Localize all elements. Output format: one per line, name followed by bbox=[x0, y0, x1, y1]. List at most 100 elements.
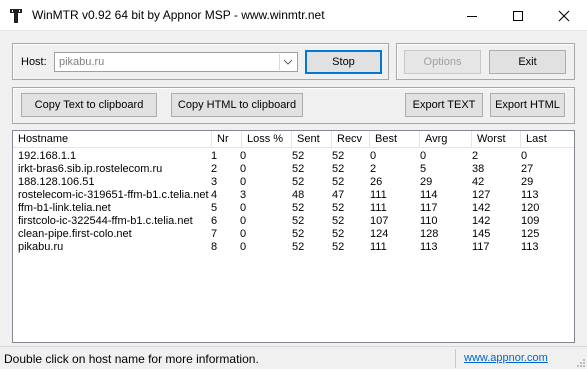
cell-nr: 4 bbox=[211, 189, 218, 201]
column-header-nr[interactable]: Nr bbox=[212, 131, 242, 147]
table-row[interactable]: ffm-b1-link.telia.net 5 0 52 52 111 117 142 120 bbox=[13, 202, 574, 215]
table-row[interactable]: clean-pipe.first-colo.net 7 0 52 52 124 128 145… bbox=[13, 228, 574, 241]
table-row[interactable]: pikabu.ru 8 0 52 52 111 113 117 113 bbox=[13, 241, 574, 254]
cell-worst: 42 bbox=[472, 176, 485, 188]
maximize-button[interactable] bbox=[495, 0, 541, 31]
cell-hostname[interactable]: 192.168.1.1 bbox=[18, 150, 76, 163]
cell-best: 111 bbox=[370, 202, 387, 214]
cell-hostname[interactable]: firstcolo-ic-322544-ffm-b1.c.telia.net bbox=[18, 215, 193, 228]
cell-best: 26 bbox=[370, 176, 383, 188]
maximize-icon bbox=[513, 10, 523, 21]
appnor-link[interactable]: www.appnor.com bbox=[464, 352, 548, 364]
cell-avrg: 113 bbox=[420, 241, 438, 253]
cell-last: 109 bbox=[521, 215, 540, 227]
cell-recv: 52 bbox=[332, 150, 345, 162]
cell-nr: 2 bbox=[211, 163, 218, 175]
host-combobox[interactable]: pikabu.ru bbox=[54, 52, 298, 72]
column-header-worst[interactable]: Worst bbox=[472, 131, 521, 147]
cell-worst: 117 bbox=[472, 241, 490, 253]
cell-best: 2 bbox=[370, 163, 377, 175]
column-header-hostname[interactable]: Hostname bbox=[13, 131, 212, 147]
column-header-recv[interactable]: Recv bbox=[332, 131, 370, 147]
dropdown-arrow-icon bbox=[284, 59, 292, 65]
cell-avrg: 110 bbox=[420, 215, 438, 227]
cell-best: 111 bbox=[370, 241, 387, 253]
cell-last: 29 bbox=[521, 176, 534, 188]
table-row[interactable]: rostelecom-ic-319651-ffm-b1.c.telia.net 4… bbox=[13, 189, 574, 202]
copy-html-button[interactable]: Copy HTML to clipboard bbox=[171, 93, 303, 117]
cell-hostname[interactable]: ffm-b1-link.telia.net bbox=[18, 202, 111, 215]
cell-worst: 145 bbox=[472, 228, 491, 240]
column-header-last[interactable]: Last bbox=[521, 131, 574, 147]
dropdown-arrow-button[interactable] bbox=[279, 54, 296, 70]
cell-worst: 2 bbox=[472, 150, 479, 162]
cell-sent: 52 bbox=[292, 228, 305, 240]
app-icon bbox=[10, 9, 22, 23]
cell-loss: 0 bbox=[240, 176, 247, 188]
cell-sent: 48 bbox=[292, 189, 305, 201]
results-table[interactable]: Hostname Nr Loss % Sent Recv Best Avrg W… bbox=[12, 130, 575, 343]
cell-loss: 0 bbox=[240, 241, 247, 253]
host-value: pikabu.ru bbox=[59, 56, 105, 68]
cell-recv: 52 bbox=[332, 176, 345, 188]
stop-button[interactable]: Stop bbox=[305, 50, 382, 74]
minimize-button[interactable] bbox=[449, 0, 495, 31]
export-text-button[interactable]: Export TEXT bbox=[405, 93, 483, 117]
table-row[interactable]: firstcolo-ic-322544-ffm-b1.c.telia.net 6 0… bbox=[13, 215, 574, 228]
cell-last: 113 bbox=[521, 241, 539, 253]
cell-nr: 6 bbox=[211, 215, 218, 227]
cell-hostname[interactable]: rostelecom-ic-319651-ffm-b1.c.telia.net bbox=[18, 189, 209, 202]
status-separator bbox=[455, 349, 456, 368]
cell-hostname[interactable]: clean-pipe.first-colo.net bbox=[18, 228, 132, 241]
cell-last: 120 bbox=[521, 202, 540, 214]
cell-avrg: 29 bbox=[420, 176, 433, 188]
cell-sent: 52 bbox=[292, 202, 305, 214]
cell-loss: 0 bbox=[240, 150, 247, 162]
cell-last: 27 bbox=[521, 163, 534, 175]
cell-worst: 127 bbox=[472, 189, 491, 201]
cell-avrg: 0 bbox=[420, 150, 427, 162]
copy-text-button[interactable]: Copy Text to clipboard bbox=[21, 93, 157, 117]
cell-sent: 52 bbox=[292, 150, 305, 162]
cell-avrg: 128 bbox=[420, 228, 439, 240]
cell-nr: 7 bbox=[211, 228, 218, 240]
table-row[interactable]: 188.128.106.51 3 0 52 52 26 29 42 29 bbox=[13, 176, 574, 189]
cell-loss: 0 bbox=[240, 228, 247, 240]
cell-nr: 3 bbox=[211, 176, 218, 188]
column-header-best[interactable]: Best bbox=[370, 131, 420, 147]
column-header-avrg[interactable]: Avrg bbox=[420, 131, 472, 147]
title-bar[interactable]: WinMTR v0.92 64 bit by Appnor MSP - www.… bbox=[0, 0, 587, 31]
cell-worst: 38 bbox=[472, 163, 485, 175]
column-header-sent[interactable]: Sent bbox=[292, 131, 332, 147]
cell-sent: 52 bbox=[292, 163, 305, 175]
table-row[interactable]: irkt-bras6.sib.ip.rostelecom.ru 2 0 52 52 2 5 3… bbox=[13, 163, 574, 176]
export-html-button[interactable]: Export HTML bbox=[490, 93, 565, 117]
cell-loss: 0 bbox=[240, 163, 247, 175]
table-row[interactable]: 192.168.1.1 1 0 52 52 0 0 2 0 bbox=[13, 150, 574, 163]
cell-loss: 3 bbox=[240, 189, 247, 201]
cell-recv: 52 bbox=[332, 241, 345, 253]
cell-best: 0 bbox=[370, 150, 377, 162]
cell-last: 113 bbox=[521, 189, 539, 201]
cell-last: 125 bbox=[521, 228, 540, 240]
cell-sent: 52 bbox=[292, 241, 305, 253]
cell-best: 111 bbox=[370, 189, 387, 201]
options-button[interactable]: Options bbox=[404, 50, 481, 74]
cell-loss: 0 bbox=[240, 202, 247, 214]
column-header-loss[interactable]: Loss % bbox=[242, 131, 292, 147]
minimize-icon bbox=[467, 15, 477, 17]
size-grip-icon[interactable] bbox=[575, 357, 585, 367]
cell-loss: 0 bbox=[240, 215, 247, 227]
cell-nr: 5 bbox=[211, 202, 218, 214]
cell-hostname[interactable]: pikabu.ru bbox=[18, 241, 63, 254]
cell-last: 0 bbox=[521, 150, 528, 162]
exit-button[interactable]: Exit bbox=[489, 50, 566, 74]
status-bar: Double click on host name for more infor… bbox=[0, 346, 587, 369]
cell-hostname[interactable]: irkt-bras6.sib.ip.rostelecom.ru bbox=[18, 163, 162, 176]
close-button[interactable] bbox=[541, 0, 587, 31]
window-title: WinMTR v0.92 64 bit by Appnor MSP - www.… bbox=[32, 8, 325, 22]
status-message: Double click on host name for more infor… bbox=[4, 352, 259, 366]
cell-best: 124 bbox=[370, 228, 389, 240]
cell-worst: 142 bbox=[472, 215, 491, 227]
cell-hostname[interactable]: 188.128.106.51 bbox=[18, 176, 94, 189]
